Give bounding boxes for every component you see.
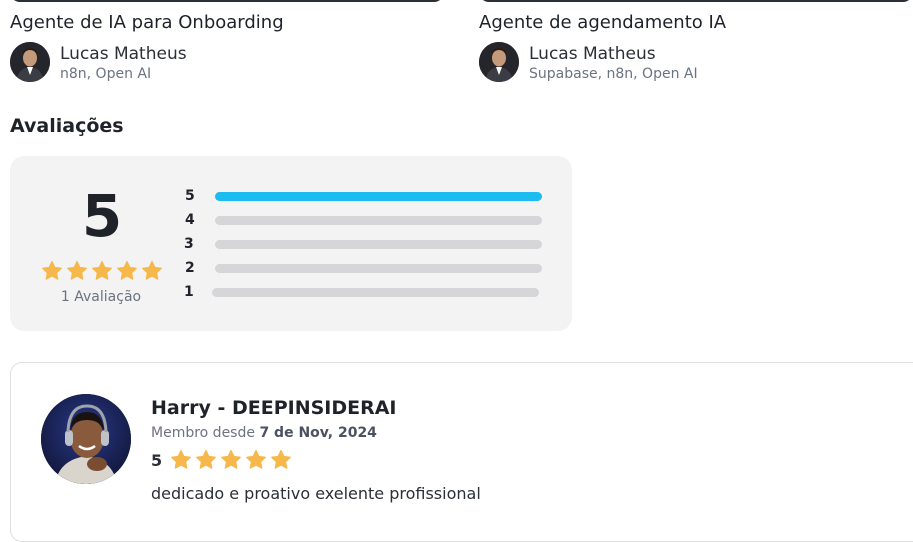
star-icon	[42, 260, 62, 280]
review-text: dedicado e proativo exelente profissiona…	[151, 484, 481, 503]
avatar-photo-icon	[41, 394, 131, 484]
member-since-prefix: Membro desde	[151, 425, 255, 441]
star-icon	[271, 449, 291, 469]
rating-bar-label: 5	[185, 188, 195, 204]
star-icon	[142, 260, 162, 280]
review-score: 5	[151, 451, 163, 470]
agent-card-edge	[10, 0, 444, 2]
average-stars	[41, 260, 163, 282]
star-icon	[196, 449, 216, 469]
author-avatar	[479, 42, 519, 82]
avatar-photo-icon	[479, 42, 519, 82]
author-avatar	[10, 42, 50, 82]
member-since-date: 7 de Nov, 2024	[259, 425, 377, 441]
rating-bar-track	[215, 216, 542, 225]
rating-bar-fill	[215, 192, 542, 201]
author-name[interactable]: Lucas Matheus	[529, 44, 656, 64]
rating-bar-label: 3	[184, 236, 194, 252]
avatar-photo-icon	[10, 42, 50, 82]
star-icon	[171, 449, 191, 469]
rating-bar-track	[215, 240, 542, 249]
rating-bar-label: 2	[185, 260, 195, 276]
star-icon	[117, 260, 137, 280]
rating-bar-track	[215, 264, 542, 273]
agent-tags: n8n, Open AI	[60, 66, 152, 82]
rating-bar-label: 4	[185, 212, 195, 228]
author-name[interactable]: Lucas Matheus	[60, 44, 187, 64]
average-score: 5	[81, 182, 123, 250]
rating-bar-track	[212, 288, 539, 297]
rating-bar-track	[215, 192, 542, 201]
agent-card-edge	[479, 0, 913, 2]
agent-title[interactable]: Agente de agendamento IA	[479, 12, 726, 33]
agent-title[interactable]: Agente de IA para Onboarding	[10, 12, 284, 33]
rating-bar-label: 1	[184, 284, 194, 300]
star-icon	[92, 260, 112, 280]
review-card: Harry - DEEPINSIDERAI Membro desde 7 de …	[10, 362, 913, 542]
rating-summary-panel: 5 1 Avaliação 5 4 3 2 1	[10, 156, 572, 331]
member-since: Membro desde 7 de Nov, 2024	[151, 425, 377, 441]
section-title: Avaliações	[10, 115, 124, 137]
review-count: 1 Avaliação	[60, 289, 142, 305]
reviewer-name[interactable]: Harry - DEEPINSIDERAI	[151, 397, 397, 419]
star-icon	[221, 449, 241, 469]
review-stars	[170, 449, 292, 471]
reviewer-avatar	[41, 394, 131, 484]
star-icon	[67, 260, 87, 280]
star-icon	[246, 449, 266, 469]
agent-tags: Supabase, n8n, Open AI	[529, 66, 698, 82]
